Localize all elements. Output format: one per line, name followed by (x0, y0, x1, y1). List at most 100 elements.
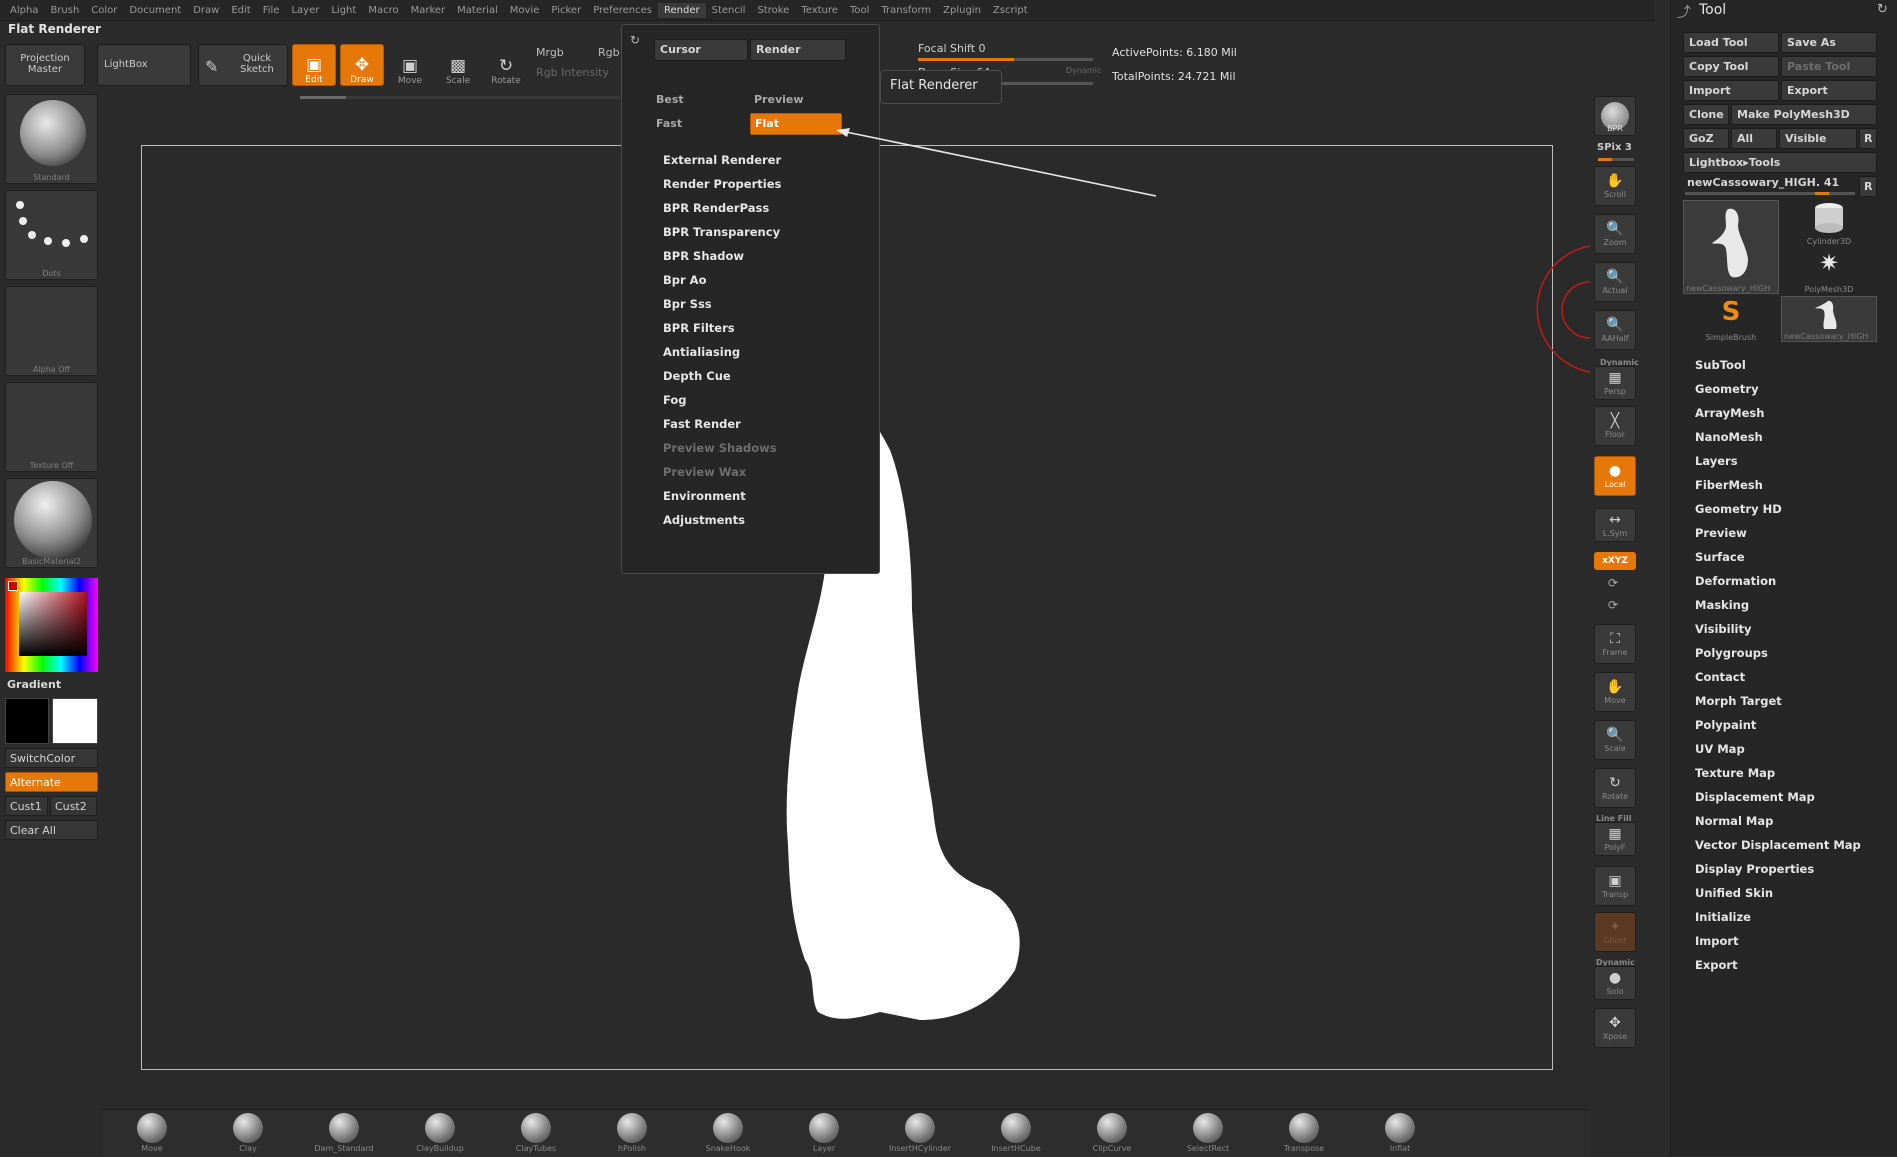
menu-light[interactable]: Light (325, 3, 362, 18)
cust1-button[interactable]: Cust1 (5, 796, 48, 816)
brush-slot-claytubes[interactable]: ClayTubes (512, 1113, 560, 1153)
menu-macro[interactable]: Macro (362, 3, 404, 18)
main-color-swatch[interactable] (5, 698, 49, 744)
render-submenu-item[interactable]: Bpr Sss (663, 297, 712, 311)
make-polymesh-button[interactable]: Make PolyMesh3D (1731, 104, 1877, 125)
local-button[interactable]: ● Local (1594, 456, 1636, 496)
render-submenu-item[interactable]: Preview Shadows (663, 441, 777, 455)
move-mode-button[interactable]: ▣ Move (388, 44, 432, 86)
menu-preferences[interactable]: Preferences (587, 3, 658, 18)
menu-document[interactable]: Document (123, 3, 187, 18)
subpalette-deformation[interactable]: Deformation (1695, 574, 1776, 588)
mrgb-toggle[interactable]: Mrgb (536, 46, 564, 59)
subpalette-geometry[interactable]: Geometry (1695, 382, 1759, 396)
goz-button[interactable]: GoZ (1683, 128, 1729, 149)
save-as-button[interactable]: Save As (1781, 32, 1877, 53)
subpalette-uv-map[interactable]: UV Map (1695, 742, 1745, 756)
frame-button[interactable]: ⛶ Frame (1594, 624, 1636, 664)
transp-button[interactable]: ▣ Transp (1594, 866, 1636, 906)
subpalette-fibermesh[interactable]: FiberMesh (1695, 478, 1763, 492)
render-submenu-item[interactable]: Antialiasing (663, 345, 740, 359)
subpalette-initialize[interactable]: Initialize (1695, 910, 1751, 924)
menu-material[interactable]: Material (451, 3, 504, 18)
spix-slider[interactable] (1598, 158, 1634, 161)
load-tool-button[interactable]: Load Tool (1683, 32, 1779, 53)
lightbox-button[interactable]: LightBox (97, 44, 191, 86)
dynamic-toggle[interactable]: Dynamic (1066, 66, 1101, 75)
subpalette-polygroups[interactable]: Polygroups (1695, 646, 1768, 660)
polyf-button[interactable]: ▦ PolyF (1594, 822, 1636, 856)
bpr-button[interactable]: BPR (1594, 96, 1636, 136)
scale-mode-button[interactable]: ▩ Scale (436, 44, 480, 86)
floor-button[interactable]: ╳ Floor (1594, 406, 1636, 446)
menu-tool[interactable]: Tool (844, 3, 875, 18)
toolbar-scrollbar[interactable] (300, 96, 620, 99)
tool-thumb-cassowary[interactable]: newCassowary_HIGH (1683, 200, 1779, 294)
render-submenu-item[interactable]: Fog (663, 393, 687, 407)
subpalette-displacement-map[interactable]: Displacement Map (1695, 790, 1815, 804)
clone-button[interactable]: Clone (1683, 104, 1729, 125)
render-submenu-item[interactable]: BPR Filters (663, 321, 735, 335)
rgb-intensity-slider[interactable]: Rgb Intensity (536, 66, 609, 79)
brush-slot-clipcurve[interactable]: ClipCurve (1088, 1113, 1136, 1153)
texture-selector[interactable]: Texture Off (5, 382, 98, 472)
brush-slot-layer[interactable]: Layer (800, 1113, 848, 1153)
brush-slot-dam-standard[interactable]: Dam_Standard (314, 1113, 374, 1153)
subpalette-unified-skin[interactable]: Unified Skin (1695, 886, 1773, 900)
zoom-button[interactable]: 🔍 Zoom (1594, 214, 1636, 254)
rotate-mode-button[interactable]: ↻ Rotate (484, 44, 528, 86)
subpalette-layers[interactable]: Layers (1695, 454, 1738, 468)
goz-all-button[interactable]: All (1731, 128, 1777, 149)
menu-picker[interactable]: Picker (545, 3, 587, 18)
menu-movie[interactable]: Movie (504, 3, 546, 18)
ghost-button[interactable]: ✦ Ghost (1594, 912, 1636, 952)
brush-slot-move[interactable]: Move (128, 1113, 176, 1153)
actual-button[interactable]: 🔍 Actual (1594, 262, 1636, 302)
menu-texture[interactable]: Texture (795, 3, 844, 18)
edit-mode-button[interactable]: ▣ Edit (292, 44, 336, 86)
menu-color[interactable]: Color (85, 3, 123, 18)
brush-slot-inflat[interactable]: Inflat (1376, 1113, 1424, 1153)
render-submenu-item[interactable]: BPR Shadow (663, 249, 744, 263)
subpalette-surface[interactable]: Surface (1695, 550, 1745, 564)
palette-dock-icon[interactable]: ⤴ (1677, 2, 1691, 22)
paste-tool-button[interactable]: Paste Tool (1781, 56, 1877, 77)
subpalette-normal-map[interactable]: Normal Map (1695, 814, 1773, 828)
render-submenu-item[interactable]: Bpr Ao (663, 273, 706, 287)
render-button[interactable]: Render (750, 39, 846, 61)
focal-shift-slider[interactable] (918, 58, 1093, 61)
subpalette-nanomesh[interactable]: NanoMesh (1695, 430, 1763, 444)
menu-stroke[interactable]: Stroke (751, 3, 795, 18)
brush-selector[interactable]: Standard (5, 94, 98, 184)
menu-alpha[interactable]: Alpha (4, 3, 44, 18)
menu-draw[interactable]: Draw (187, 3, 225, 18)
subpalette-import[interactable]: Import (1695, 934, 1739, 948)
brush-slot-claybuildup[interactable]: ClayBuildup (416, 1113, 464, 1153)
brush-slot-clay[interactable]: Clay (224, 1113, 272, 1153)
subpalette-vector-displacement-map[interactable]: Vector Displacement Map (1695, 838, 1861, 852)
render-submenu-item[interactable]: Depth Cue (663, 369, 731, 383)
rotate-view-button[interactable]: ↻ Rotate (1594, 768, 1636, 808)
clear-all-button[interactable]: Clear All (5, 820, 98, 840)
draw-mode-button[interactable]: ✥ Draw (340, 44, 384, 86)
lsym-button[interactable]: ↔ L.Sym (1594, 508, 1636, 542)
material-selector[interactable]: BasicMaterial2 (5, 478, 98, 568)
subpalette-morph-target[interactable]: Morph Target (1695, 694, 1782, 708)
scroll-button[interactable]: ✋ Scroll (1594, 166, 1636, 206)
best-render-option[interactable]: Best (656, 93, 684, 106)
aahalf-button[interactable]: 🔍 AAHalf (1594, 310, 1636, 350)
render-submenu-item[interactable]: BPR Transparency (663, 225, 780, 239)
brush-slot-inserthcylinder[interactable]: InsertHCylinder (889, 1113, 951, 1153)
menu-zplugin[interactable]: Zplugin (937, 3, 987, 18)
secondary-color-swatch[interactable] (52, 698, 98, 744)
cust2-button[interactable]: Cust2 (50, 796, 97, 816)
lightbox-tools-button[interactable]: Lightbox▸Tools (1683, 152, 1877, 173)
export-tool-button[interactable]: Export (1781, 80, 1877, 101)
alpha-selector[interactable]: Alpha Off (5, 286, 98, 376)
cursor-button[interactable]: Cursor (654, 39, 748, 61)
subpalette-masking[interactable]: Masking (1695, 598, 1749, 612)
menu-zscript[interactable]: Zscript (987, 3, 1034, 18)
tool-r-button[interactable]: R (1859, 176, 1877, 197)
render-submenu-item[interactable]: Preview Wax (663, 465, 746, 479)
goz-r-button[interactable]: R (1859, 128, 1877, 149)
